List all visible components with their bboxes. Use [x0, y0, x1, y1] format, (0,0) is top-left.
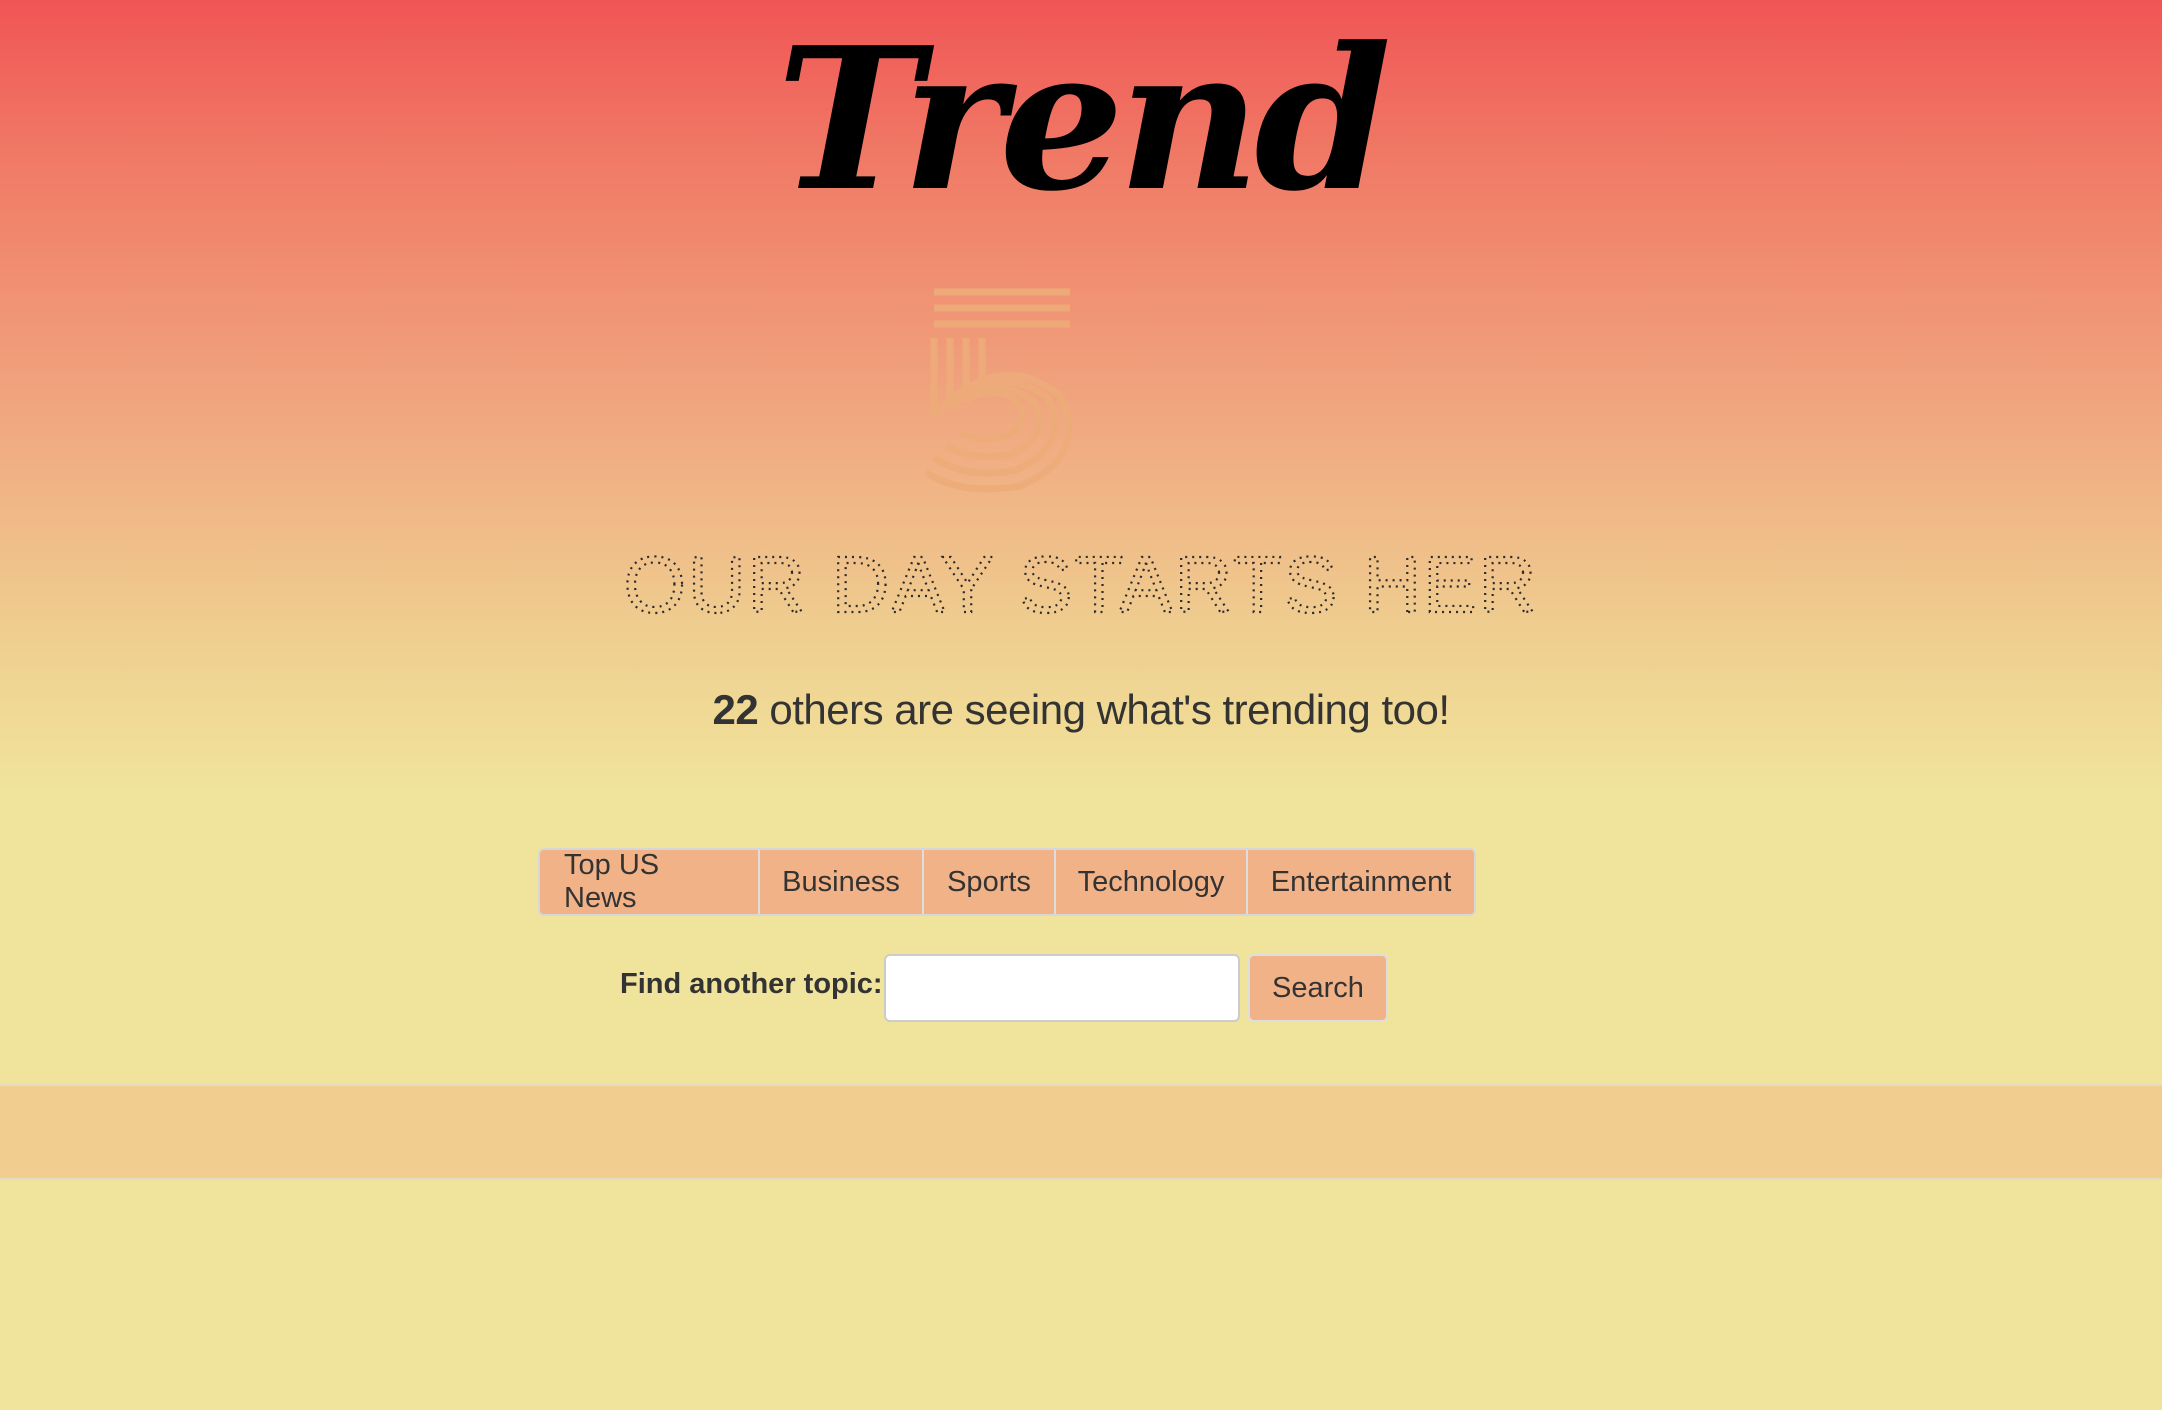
topic-button-sports[interactable]: Sports — [924, 850, 1056, 914]
topic-button-top-us-news[interactable]: Top US News — [540, 850, 760, 914]
five-logo-icon — [923, 288, 1073, 493]
viewer-count-number: 22 — [712, 686, 759, 733]
topic-button-business[interactable]: Business — [760, 850, 924, 914]
viewer-count-text: others are seeing what's trending too! — [758, 686, 1450, 733]
search-form: Find another topic: Search — [0, 954, 2162, 1024]
logo-trend[interactable]: Trend — [0, 20, 2162, 220]
viewer-count-message: 22 others are seeing what's trending too… — [0, 686, 2162, 734]
search-button[interactable]: Search — [1248, 954, 1388, 1022]
topic-button-technology[interactable]: Technology — [1056, 850, 1248, 914]
search-label: Find another topic: — [620, 968, 883, 1000]
topic-button-group: Top US News Business Sports Technology E… — [538, 848, 1476, 916]
tagline-text: YOUR DAY STARTS HERE — [621, 540, 1541, 629]
tagline: YOUR DAY STARTS HERE — [0, 539, 2162, 635]
footer-band — [0, 1084, 2162, 1180]
search-input[interactable] — [884, 954, 1240, 1022]
topic-button-entertainment[interactable]: Entertainment — [1248, 850, 1474, 914]
